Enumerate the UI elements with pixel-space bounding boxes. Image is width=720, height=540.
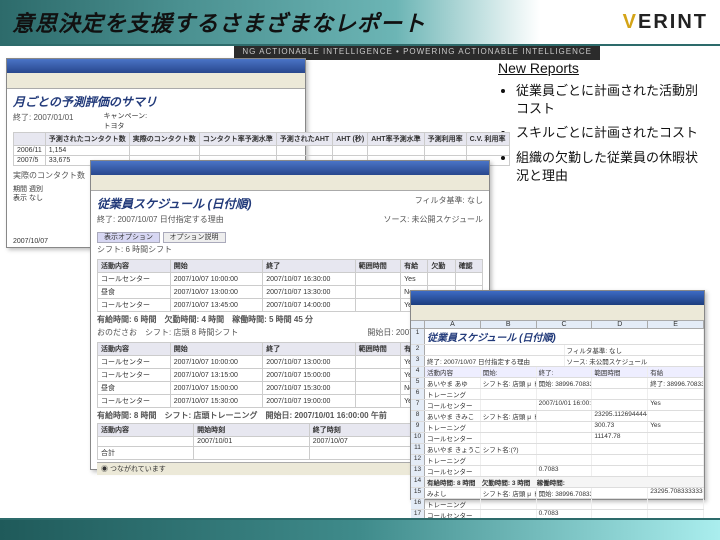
brand-rest: ERINT — [638, 11, 708, 33]
titlebar-text — [415, 294, 417, 303]
col-header: AHT (秒) — [333, 132, 368, 145]
sheet-title-cont — [425, 345, 565, 355]
segment-label: シフト: 6 時間シフト — [97, 244, 483, 255]
segment-label: おのださお シフト: 店頭 8 時間シフト — [97, 327, 238, 338]
date-line: 終了: 2007/10/07 日付指定する理由 — [97, 214, 224, 225]
side-list: New Reports 従業員ごとに計画された活動別コスト スキルごとに計画され… — [498, 60, 708, 191]
list-item: 従業員ごとに計画された活動別コスト — [516, 82, 708, 118]
excel-window-schedule[interactable]: ABCDE 1従業員スケジュール (日付順) 2フィルタ基準: なし 3終了: … — [410, 290, 705, 500]
col-header: C.V. 利用率 — [466, 132, 509, 145]
report-title: 従業員スケジュール (日付順) — [97, 195, 252, 212]
table-row[interactable]: コールセンター2007/10/07 10:00:002007/10/07 16:… — [98, 273, 483, 286]
titlebar[interactable] — [7, 59, 305, 73]
list-item: スキルごとに計画されたコスト — [516, 124, 708, 142]
tab[interactable]: オプション説明 — [163, 232, 226, 243]
footer-strip — [0, 518, 720, 540]
col-header: 予測されたコンタクト数 — [45, 132, 129, 145]
tab-active[interactable]: 表示オプション — [97, 232, 160, 243]
side-items: 従業員ごとに計画された活動別コスト スキルごとに計画されたコスト 組織の欠勤した… — [516, 82, 708, 185]
table-row[interactable]: 2006/111,154 — [14, 145, 510, 155]
spreadsheet-body[interactable]: 1従業員スケジュール (日付順) 2フィルタ基準: なし 3終了: 2007/1… — [411, 329, 704, 521]
titlebar[interactable] — [91, 161, 489, 175]
excel-toolbar[interactable] — [411, 305, 704, 321]
col-header — [14, 132, 46, 145]
list-item: 組織の欠勤した従業員の休暇状況と理由 — [516, 149, 708, 185]
browser-toolbar[interactable] — [7, 73, 305, 89]
source-line: ソース: 未公開スケジュール — [384, 214, 483, 225]
side-heading: New Reports — [498, 60, 708, 76]
brand-logo: VERINT — [623, 11, 708, 34]
brand-accent: V — [623, 11, 638, 33]
report-title: 月ごとの予測評価のサマリ — [13, 93, 299, 110]
browser-toolbar[interactable] — [91, 175, 489, 191]
status-icon: ◉ — [101, 466, 108, 473]
col-header: 実際のコンタクト数 — [129, 132, 199, 145]
col-header: コンタクト率予測水準 — [199, 132, 276, 145]
page-title: 意思決定を支援するさまざまなレポート — [12, 6, 426, 38]
report-date: 終了: 2007/01/01 — [13, 112, 73, 128]
col-header: AHT率予測水準 — [368, 132, 424, 145]
titlebar-text — [11, 62, 13, 71]
titlebar[interactable] — [411, 291, 704, 305]
col-header: 予測利用率 — [424, 132, 466, 145]
footer-date: 2007/10/07 — [13, 238, 48, 245]
header-bar: 意思決定を支援するさまざまなレポート VERINT — [0, 0, 720, 46]
filter-label: フィルタ基準: なし — [415, 195, 483, 210]
campaign-block: キャンペーン: トヨタ — [103, 112, 147, 132]
col-header: 予測されたAHT — [276, 132, 332, 145]
titlebar-text — [95, 164, 97, 173]
column-headers: ABCDE — [411, 321, 704, 329]
summary-line: 有給時間: 8 時間 欠勤時間: 3 時間 稼働時間: — [425, 477, 704, 487]
sheet-title: 従業員スケジュール (日付順) — [425, 329, 704, 344]
